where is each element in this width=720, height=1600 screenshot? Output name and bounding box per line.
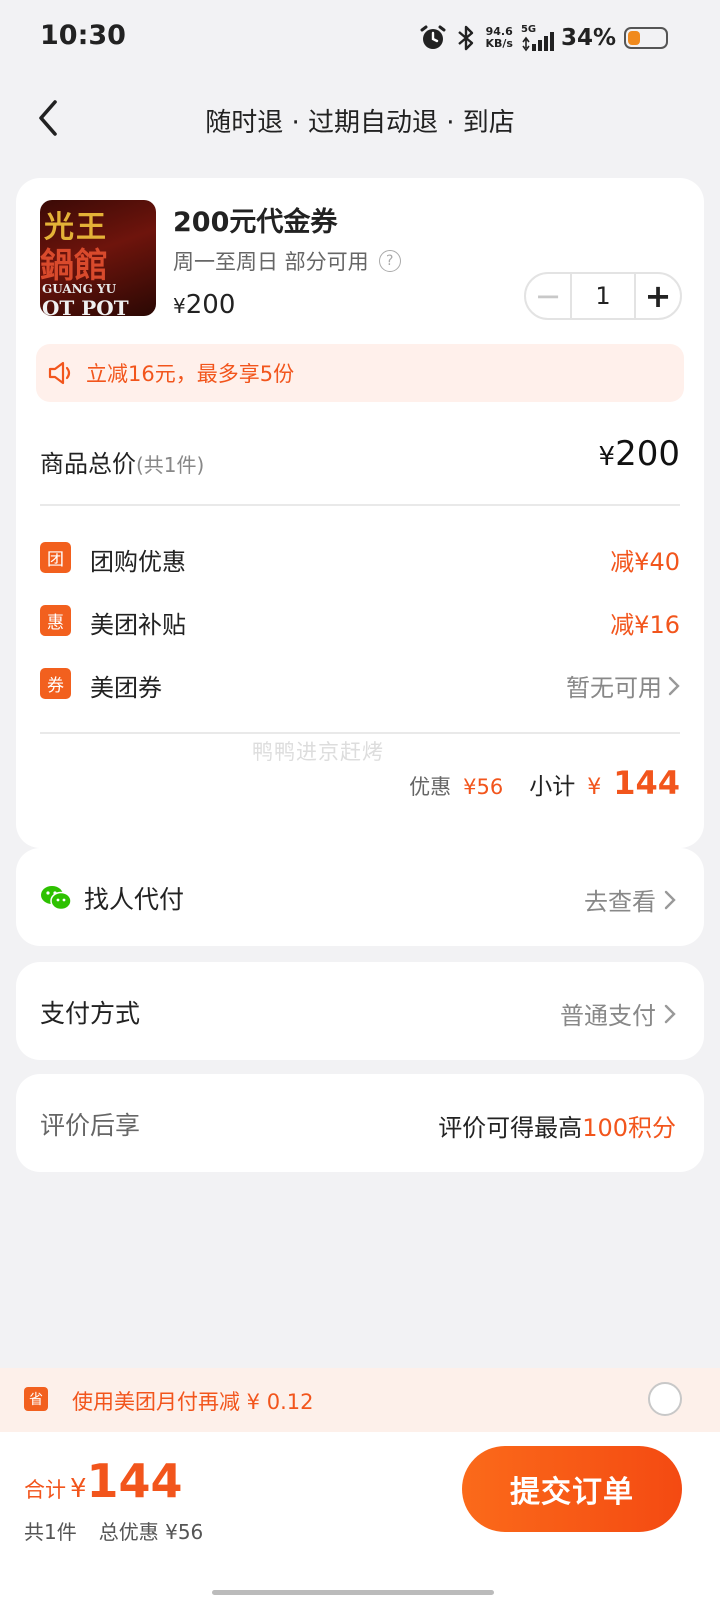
promo-banner: 立减16元，最多享5份 bbox=[36, 344, 684, 402]
checkout-bar: 合计 ¥ 144 共1件 总优惠 ¥56 提交订单 bbox=[0, 1432, 720, 1600]
bluetooth-icon bbox=[458, 25, 474, 51]
wechat-icon bbox=[41, 886, 72, 911]
checkout-total-symbol: ¥ bbox=[70, 1474, 87, 1504]
alarm-icon bbox=[420, 25, 446, 49]
discount-value: 减¥16 bbox=[610, 611, 680, 639]
checkout-discount: 总优惠 ¥56 bbox=[98, 1520, 204, 1544]
subtotal-value: 144 bbox=[613, 764, 680, 802]
pay-for-me-left: 找人代付 bbox=[40, 880, 184, 916]
pay-for-me-action[interactable]: 去查看 bbox=[584, 882, 676, 917]
checkout-summary: 共1件 总优惠 ¥56 bbox=[24, 1516, 203, 1545]
coupon-tag-icon: 券 bbox=[40, 668, 71, 699]
payment-method-card[interactable]: 支付方式 普通支付 bbox=[16, 962, 704, 1060]
review-reward-card: 评价后享 评价可得最高100积分 bbox=[16, 1074, 704, 1172]
home-indicator[interactable] bbox=[212, 1590, 494, 1595]
review-text: 评价可得最高 bbox=[438, 1114, 583, 1142]
product-availability: 周一至周日 部分可用 ? bbox=[173, 246, 401, 276]
discount-label: 美团补贴 bbox=[90, 611, 186, 639]
thumb-text-3: GUANG YU bbox=[42, 282, 117, 296]
promo-text: 立减16元，最多享5份 bbox=[86, 362, 295, 386]
group-tag-icon: 团 bbox=[40, 542, 71, 573]
review-points: 100积分 bbox=[582, 1114, 676, 1142]
review-label: 评价后享 bbox=[40, 1111, 141, 1140]
subtotal-row: 优惠 ¥56 小计 ¥ 144 bbox=[409, 764, 680, 808]
status-bar: 10:30 94.6 KB/s 5G 34% bbox=[0, 0, 720, 76]
quantity-stepper: − 1 + bbox=[524, 272, 682, 320]
discount-row-coupon[interactable]: 券 美团券 暂无可用 bbox=[40, 664, 680, 704]
discount-row-subsidy: 惠 美团补贴 减¥16 bbox=[40, 601, 680, 641]
battery-percent: 34% bbox=[560, 25, 616, 51]
discount-total-value: ¥56 bbox=[463, 775, 504, 799]
increase-button[interactable]: + bbox=[634, 274, 680, 318]
monthly-pay-text: 使用美团月付再减 ¥ 0.12 bbox=[72, 1390, 314, 1414]
coupon-status[interactable]: 暂无可用 bbox=[566, 668, 680, 703]
subtotal-symbol: ¥ bbox=[587, 775, 602, 800]
save-icon: 省 bbox=[24, 1387, 48, 1411]
goods-total-value: ¥200 bbox=[599, 434, 680, 474]
subsidy-tag-icon: 惠 bbox=[40, 605, 71, 636]
coupon-status-text: 暂无可用 bbox=[566, 674, 662, 702]
payment-method-label: 支付方式 bbox=[40, 999, 141, 1028]
discount-label: 团购优惠 bbox=[90, 548, 186, 576]
decrease-button[interactable]: − bbox=[526, 274, 572, 318]
divider bbox=[40, 504, 680, 506]
availability-text: 周一至周日 部分可用 bbox=[173, 250, 369, 274]
payment-method-text: 普通支付 bbox=[560, 1002, 656, 1030]
discount-row-group: 团 团购优惠 减¥40 bbox=[40, 538, 680, 578]
signal-icon: 5G bbox=[521, 24, 554, 52]
discount-label: 美团券 bbox=[90, 674, 162, 702]
page-title: 随时退 · 过期自动退 · 到店 bbox=[205, 108, 515, 138]
review-reward: 评价可得最高100积分 bbox=[438, 1108, 676, 1143]
goods-total-row: 商品总价(共1件) ¥200 bbox=[40, 432, 680, 482]
chevron-right-icon bbox=[664, 890, 676, 909]
speaker-icon bbox=[48, 361, 71, 385]
submit-order-button[interactable]: 提交订单 bbox=[462, 1446, 682, 1532]
checkout-total: 合计 ¥ 144 bbox=[24, 1454, 183, 1508]
product-title: 200元代金券 bbox=[173, 207, 338, 238]
quantity-value[interactable]: 1 bbox=[572, 274, 634, 318]
help-icon[interactable]: ? bbox=[378, 250, 401, 272]
chevron-right-icon bbox=[664, 1004, 676, 1023]
chevron-right-icon bbox=[668, 676, 680, 695]
goods-count: (共1件) bbox=[136, 453, 205, 477]
thumb-text-2: 鍋館 bbox=[40, 246, 108, 286]
monthly-pay-bar[interactable]: 省 使用美团月付再减 ¥ 0.12 bbox=[0, 1368, 720, 1432]
checkout-total-label: 合计 bbox=[24, 1478, 66, 1502]
network-speed: 94.6 KB/s bbox=[485, 26, 512, 50]
checkout-count: 共1件 bbox=[24, 1520, 77, 1544]
goods-total-label-wrap: 商品总价(共1件) bbox=[40, 444, 204, 479]
network-speed-unit: KB/s bbox=[485, 37, 513, 50]
nav-bar: 随时退 · 过期自动退 · 到店 bbox=[0, 80, 720, 160]
subtotal-label: 小计 bbox=[529, 774, 576, 800]
status-icons: 94.6 KB/s 5G 34% bbox=[419, 22, 668, 54]
product-thumbnail[interactable]: 光王 鍋館 GUANG YU OT POT bbox=[40, 200, 156, 316]
pay-for-me-card[interactable]: 找人代付 去查看 bbox=[16, 848, 704, 946]
pay-for-me-action-text: 去查看 bbox=[584, 888, 656, 916]
payment-method-value[interactable]: 普通支付 bbox=[560, 996, 676, 1031]
divider bbox=[40, 732, 680, 734]
price-symbol: ¥ bbox=[173, 294, 186, 318]
goods-total-amount: 200 bbox=[615, 434, 680, 474]
status-time: 10:30 bbox=[40, 20, 126, 51]
price-value: 200 bbox=[185, 290, 236, 320]
checkout-total-value: 144 bbox=[86, 1454, 183, 1508]
discount-value: 减¥40 bbox=[610, 548, 680, 576]
discount-total-label: 优惠 bbox=[409, 775, 452, 799]
goods-total-label: 商品总价 bbox=[40, 450, 136, 478]
goods-total-symbol: ¥ bbox=[598, 442, 616, 472]
product-price: ¥200 bbox=[173, 290, 235, 320]
battery-icon bbox=[624, 27, 668, 49]
order-card: 光王 鍋館 GUANG YU OT POT 200元代金券 周一至周日 部分可用… bbox=[16, 178, 704, 848]
watermark: 鸭鸭进京赶烤 bbox=[252, 740, 384, 764]
monthly-pay-radio[interactable] bbox=[648, 1382, 682, 1416]
thumb-text-4: OT POT bbox=[42, 296, 129, 316]
pay-for-me-label: 找人代付 bbox=[84, 885, 185, 914]
